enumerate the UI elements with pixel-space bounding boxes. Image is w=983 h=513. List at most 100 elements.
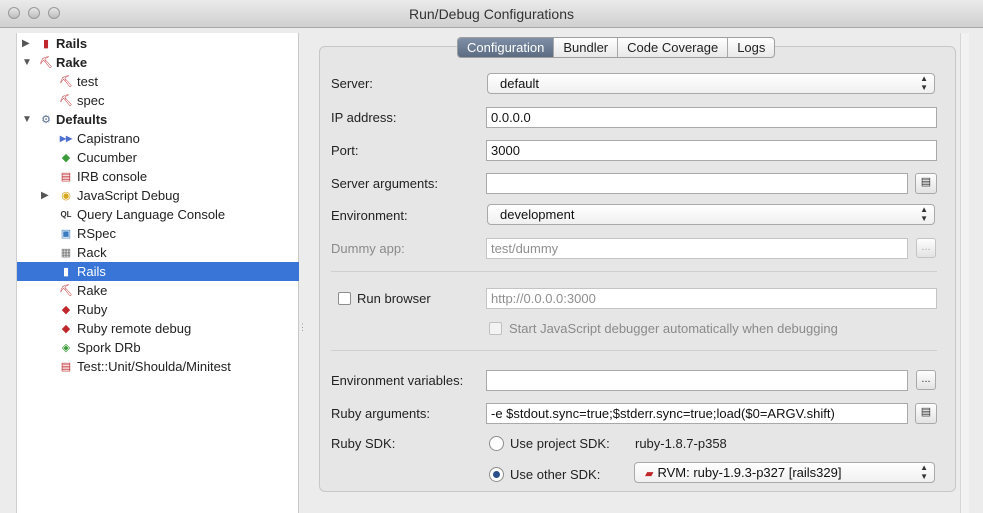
js-debugger-checkbox[interactable] [489,322,502,335]
environment-select-value: development [500,207,575,222]
environment-variables-browse-button[interactable]: ... [916,370,936,390]
environment-select[interactable]: development ▲ ▼ [487,204,935,225]
environment-label: Environment: [331,208,408,223]
dummy-app-browse-button[interactable]: ... [916,238,936,258]
ruby-icon: ◆ [61,304,71,316]
collapse-arrow-icon[interactable]: ▼ [22,110,32,129]
run-browser-checkbox[interactable] [338,292,351,305]
dummy-app-label: Dummy app: [331,241,405,256]
rails-icon: ▮ [62,266,70,278]
tree-item-query-language-console[interactable]: QL Query Language Console [17,205,299,224]
tree-item-javascript-debug[interactable]: ▶ ◉ JavaScript Debug [17,186,299,205]
project-sdk-value: ruby-1.8.7-p358 [635,436,727,451]
window-title: Run/Debug Configurations [409,6,574,22]
separator [331,350,937,351]
tree-item-label: Ruby remote debug [77,321,192,336]
ruby-sdk-icon: ▰ [645,468,654,480]
spork-drb-icon: ◈ [61,342,71,354]
rspec-icon: ▣ [60,228,72,240]
server-arguments-label: Server arguments: [331,176,438,191]
server-select[interactable]: default ▲ ▼ [487,73,935,94]
rails-icon: ▮ [42,38,50,50]
tab-configuration[interactable]: Configuration [458,38,555,57]
tree-item-label: Query Language Console [77,207,226,222]
dummy-app-input[interactable]: test/dummy [486,238,908,259]
multiline-editor-icon: ▤ [920,406,932,418]
other-sdk-select-value: RVM: ruby-1.9.3-p327 [rails329] [657,465,842,480]
tree-item-cucumber[interactable]: ◆ Cucumber [17,148,299,167]
tree-item-label: Rake [56,55,88,70]
tree-item-label: Ruby [77,302,108,317]
server-select-value: default [500,76,540,91]
tree-item-label: spec [77,93,105,108]
tree-item-label: Test::Unit/Shoulda/Minitest [77,359,231,374]
tree-item-label: Rake [77,283,108,298]
tree-item-ruby-remote-debug[interactable]: ◆ Ruby remote debug [17,319,299,338]
other-sdk-select[interactable]: ▰ RVM: ruby-1.9.3-p327 [rails329] ▲ ▼ [634,462,935,483]
tree-item-label: Rails [77,264,106,279]
updown-arrows-icon: ▲ ▼ [920,205,928,223]
ruby-arguments-input[interactable]: -e $stdout.sync=true;$stderr.sync=true;l… [486,403,908,424]
port-label: Port: [331,143,359,158]
use-other-sdk-radio[interactable] [489,467,504,482]
tree-item-test-unit-shoulda-minitest[interactable]: ▤ Test::Unit/Shoulda/Minitest [17,357,299,376]
tree-item-spec[interactable]: ⛏ spec [17,91,299,110]
rake-icon: ⛏ [59,95,73,107]
rake-icon: ⛏ [59,76,73,88]
expand-arrow-icon[interactable]: ▶ [41,186,49,205]
cucumber-icon: ◆ [61,152,71,164]
tab-bundler[interactable]: Bundler [554,38,619,57]
window-titlebar: Run/Debug Configurations [0,0,983,28]
tree-item-label: Capistrano [77,131,140,146]
environment-variables-label: Environment variables: [331,373,464,388]
tree-item-ruby[interactable]: ◆ Ruby [17,300,299,319]
right-edge-scrollbar[interactable] [960,33,969,513]
tree-item-rake[interactable]: ▼ ⛏ Rake [17,53,299,72]
ruby-arguments-label: Ruby arguments: [331,406,430,421]
tree-item-spork-drb[interactable]: ◈ Spork DRb [17,338,299,357]
tree-item-irb-console[interactable]: ▤ IRB console [17,167,299,186]
tree-item-test[interactable]: ⛏ test [17,72,299,91]
use-other-sdk-label: Use other SDK: [510,467,601,482]
port-input[interactable]: 3000 [486,140,937,161]
tree-item-label: Rack [77,245,107,260]
use-project-sdk-radio[interactable] [489,436,504,451]
tree-item-rails[interactable]: ▶ ▮ Rails [17,34,299,53]
expand-arrow-icon[interactable]: ▶ [22,34,30,53]
server-arguments-input[interactable] [486,173,908,194]
defaults-wrench-icon: ⚙ [41,114,51,126]
test-unit-icon: ▤ [60,361,72,373]
tree-item-rspec[interactable]: ▣ RSpec [17,224,299,243]
javascript-debug-icon: ◉ [61,190,71,202]
rack-icon: ▦ [60,247,72,259]
collapse-arrow-icon[interactable]: ▼ [22,53,32,72]
ip-address-input[interactable]: 0.0.0.0 [486,107,937,128]
tree-item-label: Cucumber [77,150,137,165]
tree-item-label: test [77,74,98,89]
tab-logs[interactable]: Logs [728,38,774,57]
tree-item-defaults[interactable]: ▼ ⚙ Defaults [17,110,299,129]
environment-variables-input[interactable] [486,370,908,391]
tree-item-label: RSpec [77,226,117,241]
tree-item-rake[interactable]: ⛏ Rake [17,281,299,300]
splitter-grip-icon[interactable]: ⋮ [298,322,307,334]
multiline-editor-icon: ▤ [920,176,932,188]
tree-item-capistrano[interactable]: ▶▶ Capistrano [17,129,299,148]
tree-item-rails[interactable]: ▮ Rails [17,262,299,281]
tree-item-rack[interactable]: ▦ Rack [17,243,299,262]
expand-arguments-button[interactable]: ▤ [915,173,937,194]
run-browser-url-input[interactable]: http://0.0.0.0:3000 [486,288,937,309]
updown-arrows-icon: ▲ ▼ [920,74,928,92]
rake-icon: ⛏ [59,285,73,297]
query-console-icon: QL [60,210,72,219]
rake-icon: ⛏ [39,57,53,69]
updown-arrows-icon: ▲ ▼ [920,463,928,481]
expand-ruby-arguments-button[interactable]: ▤ [915,403,937,424]
run-browser-label: Run browser [357,291,431,306]
configurations-tree[interactable]: ▶ ▮ Rails ▼ ⛏ Rake ⛏ test ⛏ spec ▼ ⚙ Defaults ▶▶ Capis… [16,33,299,513]
ip-address-label: IP address: [331,110,397,125]
tab-code-coverage[interactable]: Code Coverage [618,38,729,57]
separator [331,271,937,272]
irb-console-icon: ▤ [60,171,72,183]
ruby-sdk-label: Ruby SDK: [331,436,396,451]
